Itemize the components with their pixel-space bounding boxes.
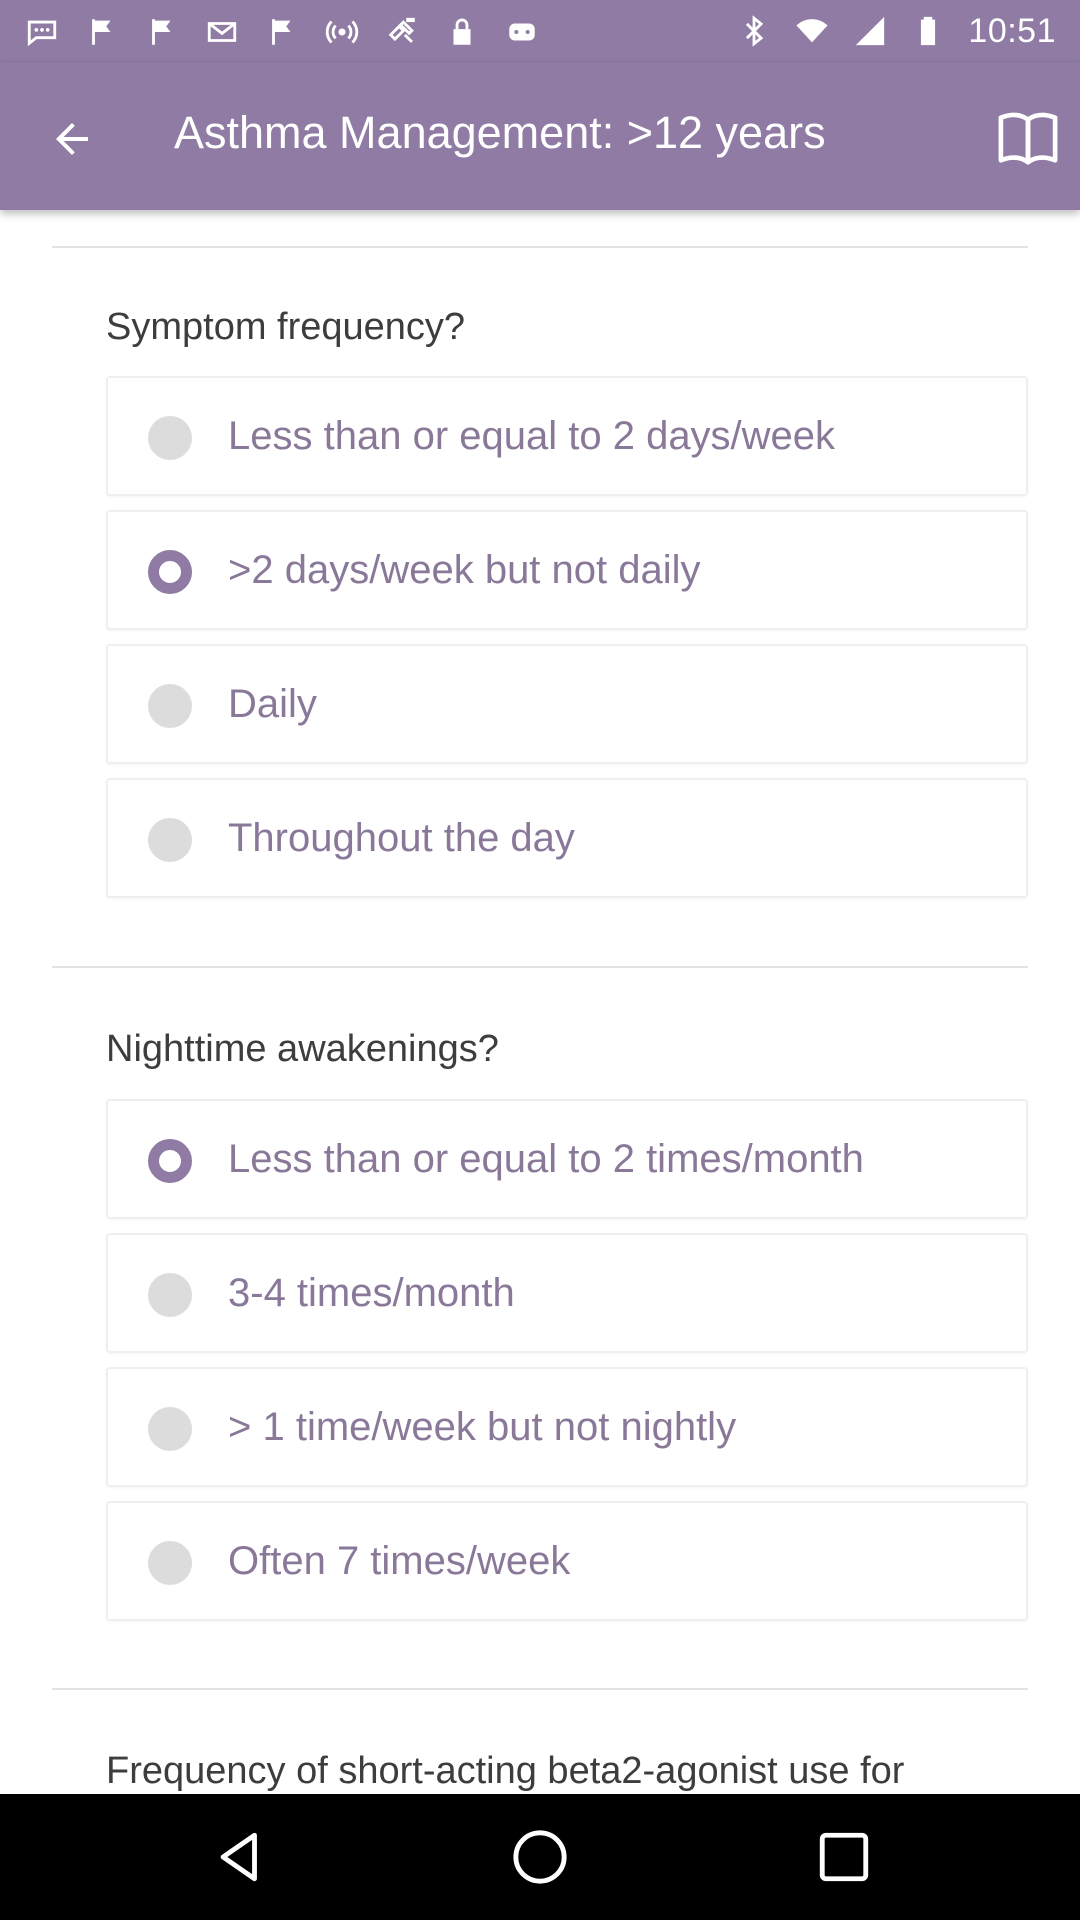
status-bar: 10:51 <box>0 0 1080 63</box>
radio-button[interactable] <box>148 416 192 460</box>
radio-button[interactable] <box>148 818 192 862</box>
nav-home-button[interactable] <box>510 1827 570 1887</box>
section-divider <box>52 1688 1028 1690</box>
option-label: Daily <box>228 682 317 726</box>
flag-icon <box>264 16 300 48</box>
nav-back-icon <box>220 1832 257 1882</box>
option-night-gt-1-week[interactable]: > 1 time/week but not nightly <box>106 1367 1028 1487</box>
system-icons: 10:51 <box>736 10 1056 52</box>
clock: 10:51 <box>968 11 1056 50</box>
question-symptom-frequency: Symptom frequency? <box>106 306 466 348</box>
game-controller-icon <box>504 16 540 48</box>
questionnaire-content[interactable]: Symptom frequency? Less than or equal to… <box>0 210 1080 1794</box>
nav-recents-icon <box>819 1832 869 1882</box>
hotspot-icon <box>324 16 360 48</box>
wifi-icon <box>794 15 830 47</box>
screen: 10:51 Asthma Management: >12 years Sympt… <box>0 0 1080 1920</box>
book-icon <box>998 112 1058 165</box>
option-symptom-throughout-day[interactable]: Throughout the day <box>106 778 1028 898</box>
battery-icon <box>910 15 946 47</box>
radio-button[interactable] <box>148 1273 192 1317</box>
option-label: >2 days/week but not daily <box>228 548 701 592</box>
bluetooth-icon <box>736 15 772 47</box>
nav-recents-button[interactable] <box>814 1827 874 1887</box>
question-nighttime-awakenings: Nighttime awakenings? <box>106 1028 499 1070</box>
option-symptom-gt-2-days[interactable]: >2 days/week but not daily <box>106 510 1028 630</box>
radio-button[interactable] <box>148 1541 192 1585</box>
question-saba-frequency: Frequency of short-acting beta2-agonist … <box>106 1750 905 1792</box>
option-symptom-le-2-days[interactable]: Less than or equal to 2 days/week <box>106 376 1028 496</box>
flag-icon <box>144 16 180 48</box>
section-divider <box>52 966 1028 968</box>
notification-icons <box>24 14 540 50</box>
app-bar: Asthma Management: >12 years <box>0 63 1080 210</box>
radio-button-selected[interactable] <box>148 1139 192 1183</box>
option-label: Less than or equal to 2 days/week <box>228 414 836 458</box>
lock-icon <box>444 16 480 48</box>
radio-button[interactable] <box>148 1407 192 1451</box>
flag-icon <box>84 16 120 48</box>
radio-button-selected[interactable] <box>148 550 192 594</box>
option-label: Less than or equal to 2 times/month <box>228 1137 864 1181</box>
signal-icon <box>852 15 888 47</box>
fake-gps-icon <box>384 16 420 48</box>
option-night-le-2-month[interactable]: Less than or equal to 2 times/month <box>106 1099 1028 1219</box>
navigation-bar <box>0 1794 1080 1920</box>
section-divider <box>52 246 1028 248</box>
mail-icon <box>204 16 240 48</box>
nav-home-icon <box>513 1830 567 1884</box>
option-label: 3-4 times/month <box>228 1271 515 1315</box>
option-label: > 1 time/week but not nightly <box>228 1405 737 1449</box>
option-symptom-daily[interactable]: Daily <box>106 644 1028 764</box>
arrow-back-icon <box>56 123 88 155</box>
reference-button[interactable] <box>988 99 1068 179</box>
back-button[interactable] <box>36 103 108 175</box>
option-night-7-week[interactable]: Often 7 times/week <box>106 1501 1028 1621</box>
message-icon <box>24 16 60 48</box>
option-night-3-4-month[interactable]: 3-4 times/month <box>106 1233 1028 1353</box>
option-label: Throughout the day <box>228 816 575 860</box>
radio-button[interactable] <box>148 684 192 728</box>
page-title: Asthma Management: >12 years <box>174 107 826 158</box>
option-label: Often 7 times/week <box>228 1539 571 1583</box>
nav-back-button[interactable] <box>210 1827 270 1887</box>
